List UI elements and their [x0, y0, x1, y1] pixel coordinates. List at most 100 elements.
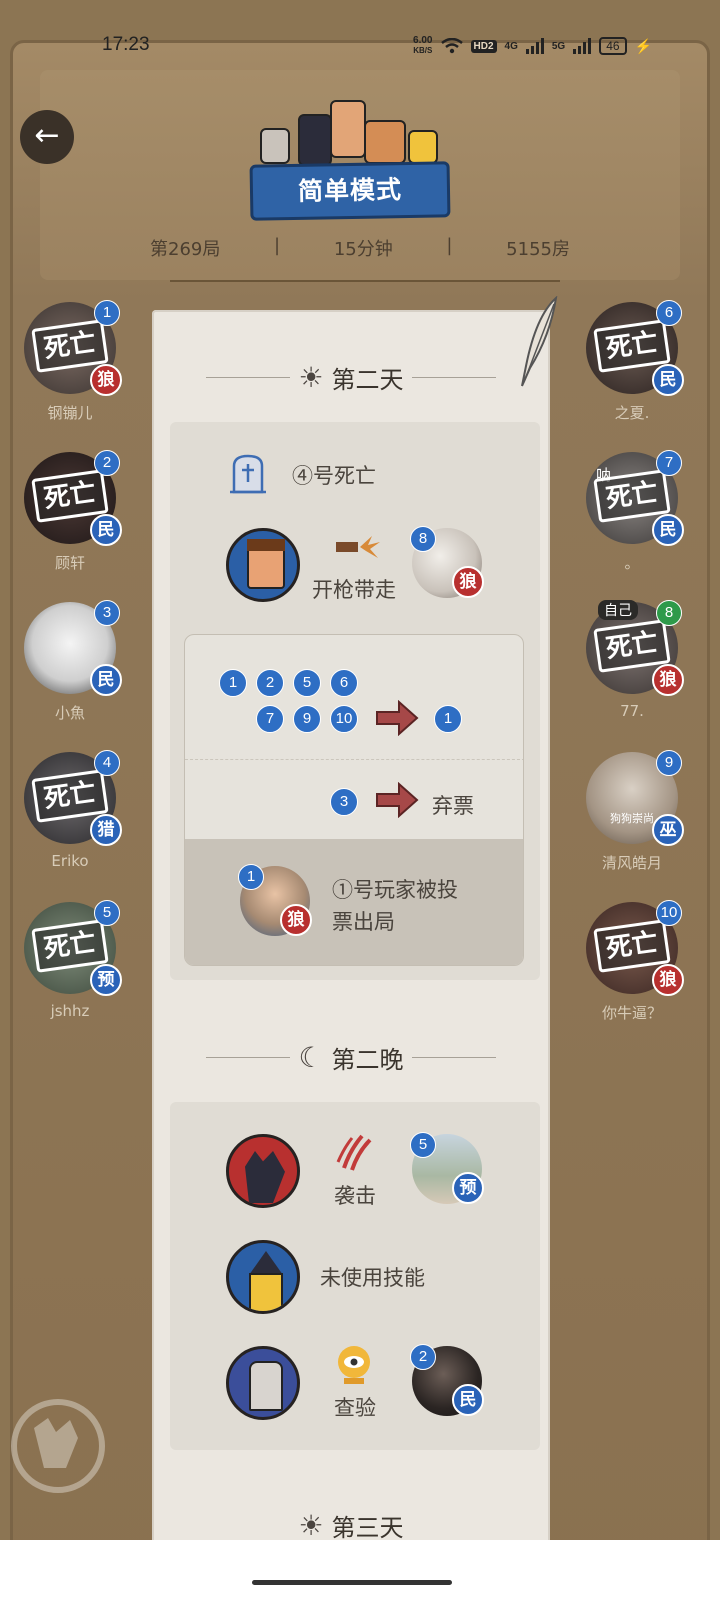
characters-illustration — [260, 100, 450, 170]
witch-role-icon — [226, 1240, 300, 1314]
role-badge: 民 — [652, 514, 684, 546]
eye-crystal-icon — [338, 1346, 370, 1384]
werewolf-role-icon — [226, 1134, 300, 1208]
hd-voice-icon: HD2 — [470, 39, 497, 53]
seer-figure — [260, 128, 290, 164]
role-badge: 猎 — [90, 814, 122, 846]
voted-out-text-2: 票出局 — [332, 910, 395, 934]
day3-header: ☀ 第三天 — [152, 1508, 550, 1543]
witch-figure — [408, 130, 438, 164]
seat-10[interactable]: 死亡 10 狼 — [586, 900, 684, 996]
seat-number: 4 — [94, 750, 120, 776]
net1-label: 4G — [504, 40, 518, 52]
check-text: 查验 — [334, 1396, 376, 1420]
app-logo-watermark — [0, 1398, 116, 1494]
seat-name: 钢镚儿 — [47, 404, 93, 422]
seat-number: 7 — [656, 450, 682, 476]
sun-icon: ☀ — [298, 1509, 324, 1542]
seat-7[interactable]: 呐 死亡 7 民 — [586, 450, 684, 546]
dead-stamp: 死亡 — [31, 769, 109, 823]
check-target-avatar[interactable]: 2 民 — [410, 1344, 484, 1416]
seer-role-icon — [226, 1346, 300, 1420]
wolf-figure — [298, 114, 332, 166]
hunter-role-icon — [226, 528, 300, 602]
seat-number: 2 — [94, 450, 120, 476]
seat-number: 5 — [410, 1132, 436, 1158]
info-separator: | — [274, 235, 281, 256]
divider-line — [411, 377, 496, 378]
claw-icon — [336, 1134, 372, 1171]
seat-8[interactable]: 死亡 自己 8 狼 — [586, 600, 684, 696]
farmer-figure — [330, 100, 366, 158]
dead-stamp: 死亡 — [31, 469, 109, 523]
dead-stamp: 死亡 — [31, 319, 109, 373]
role-badge: 民 — [90, 664, 122, 696]
abstain-text: 弃票 — [432, 794, 474, 818]
voted-out-text-1: ①号玩家被投 — [332, 878, 458, 902]
role-badge: 狼 — [652, 964, 684, 996]
signal-icon-1 — [525, 38, 544, 54]
shoot-target-avatar[interactable]: 8 狼 — [410, 526, 484, 598]
seat-1[interactable]: 死亡 1 狼 — [24, 300, 122, 396]
seat-6[interactable]: 死亡 6 民 — [586, 300, 684, 396]
status-time: 17:23 — [102, 34, 150, 55]
seat-5[interactable]: 死亡 5 预 — [24, 900, 122, 996]
voted-out-avatar[interactable]: 1 狼 — [238, 864, 312, 936]
role-badge: 狼 — [452, 566, 484, 598]
day3-title: 第三天 — [331, 1514, 404, 1542]
vote-arrow-icon — [376, 782, 419, 818]
back-arrow-icon: ← — [34, 118, 60, 153]
seat-number: 6 — [656, 300, 682, 326]
seat-name: 77. — [620, 702, 644, 720]
role-badge: 民 — [452, 1384, 484, 1416]
seat-number: 1 — [94, 300, 120, 326]
death-text: ④号死亡 — [292, 464, 376, 488]
seat-number: 2 — [410, 1344, 436, 1370]
dead-stamp: 死亡 — [593, 619, 671, 673]
home-indicator[interactable] — [252, 1580, 452, 1585]
signal-icon-2 — [573, 38, 592, 54]
hunter-figure — [364, 120, 406, 164]
role-badge: 狼 — [90, 364, 122, 396]
seat-number: 5 — [94, 900, 120, 926]
role-badge: 狼 — [652, 664, 684, 696]
seat-number: 8 — [656, 600, 682, 626]
gun-fire-icon — [336, 536, 380, 558]
voter-number: 9 — [293, 705, 321, 733]
vote-target-number: 1 — [434, 705, 462, 733]
role-badge: 预 — [90, 964, 122, 996]
seat-2[interactable]: 死亡 2 民 — [24, 450, 122, 546]
seat-number: 9 — [656, 750, 682, 776]
wifi-icon — [440, 38, 463, 54]
network-speed: 6.00 KB/S — [413, 35, 433, 56]
voter-number: 2 — [256, 669, 284, 697]
sun-icon: ☀ — [298, 361, 324, 394]
voter-number: 3 — [330, 788, 358, 816]
seat-name: Eriko — [51, 852, 89, 870]
divider-line — [411, 1057, 496, 1058]
dead-stamp: 死亡 — [593, 319, 671, 373]
info-separator: | — [446, 235, 453, 256]
seat-name: 顾轩 — [54, 554, 85, 572]
back-button[interactable]: ← — [20, 110, 74, 164]
day2-title: 第二天 — [331, 366, 404, 394]
battery-icon: 46 — [599, 37, 627, 55]
dead-stamp: 死亡 — [593, 469, 671, 523]
moon-icon: ☾ — [298, 1041, 324, 1074]
divider-line — [206, 377, 291, 378]
night2-title: 第二晚 — [331, 1046, 404, 1074]
game-duration: 15分钟 — [333, 239, 393, 260]
seat-4[interactable]: 死亡 4 猎 — [24, 750, 122, 846]
seat-9[interactable]: 狗狗崇尚 9 巫 — [586, 750, 684, 846]
dead-stamp: 死亡 — [31, 919, 109, 973]
seat-3[interactable]: 3 民 — [24, 600, 122, 696]
attack-target-avatar[interactable]: 5 预 — [410, 1132, 484, 1204]
room-number: 5155房 — [506, 239, 570, 260]
game-info-bar: 第269局 | 15分钟 | 5155房 — [150, 235, 570, 261]
wolf-logo-icon — [11, 1399, 105, 1493]
seat-number: 8 — [410, 526, 436, 552]
self-tag: 自己 — [598, 600, 638, 620]
role-badge: 预 — [452, 1172, 484, 1204]
vote-arrow-icon — [376, 700, 419, 736]
voter-number: 5 — [293, 669, 321, 697]
